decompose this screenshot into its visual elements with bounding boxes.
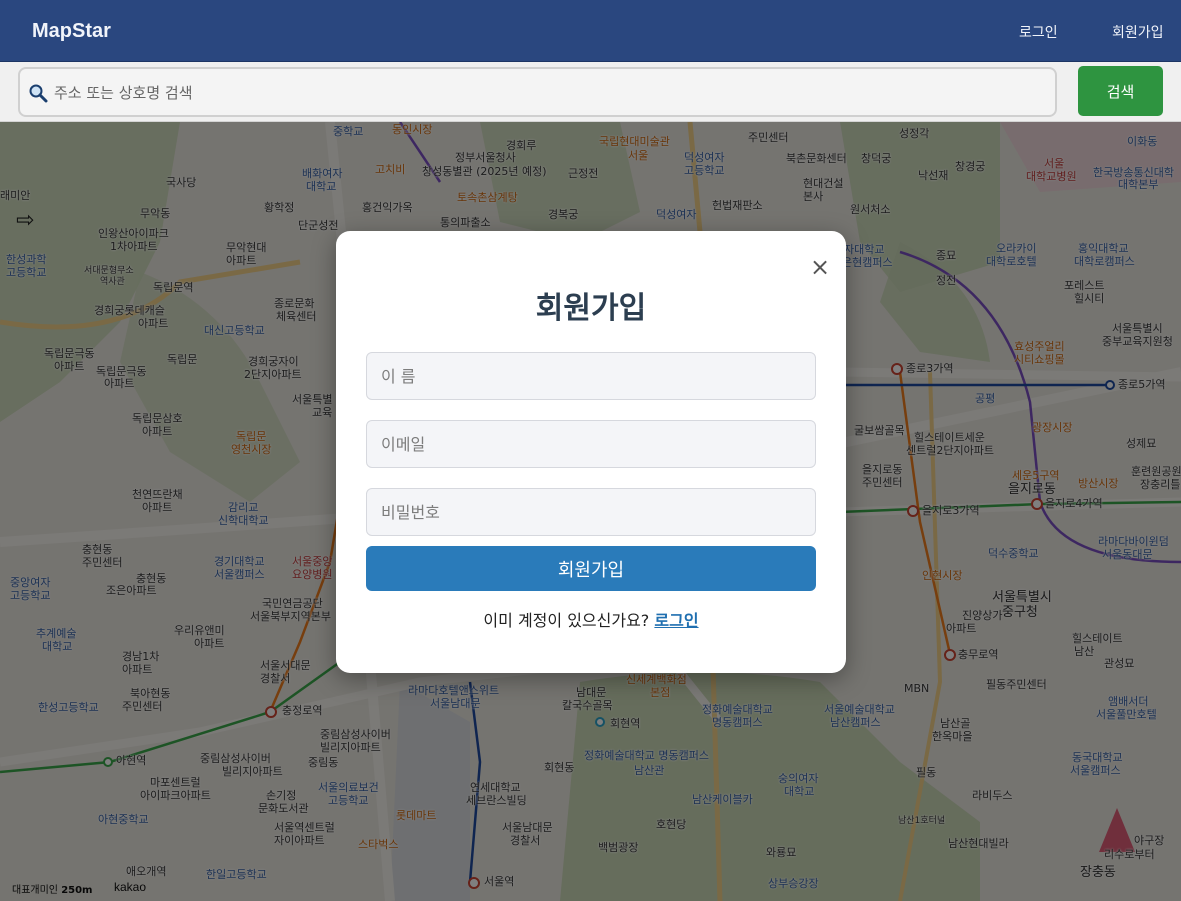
login-link[interactable]: 로그인 <box>1019 22 1058 42</box>
modal-title: 회원가입 <box>535 291 647 326</box>
search-icon <box>29 84 48 103</box>
search-button[interactable]: 검색 <box>1078 66 1163 116</box>
signup-link[interactable]: 회원가입 <box>1112 22 1164 42</box>
login-link-modal[interactable]: 로그인 <box>654 611 698 630</box>
search-box[interactable] <box>18 67 1057 117</box>
signup-submit-button[interactable]: 회원가입 <box>366 546 816 591</box>
signup-modal: × 회원가입 회원가입 이미 계정이 있으신가요? 로그인 <box>336 231 846 673</box>
login-prompt-text: 이미 계정이 있으신가요? <box>483 611 650 630</box>
name-field[interactable] <box>366 352 816 400</box>
app-header: MapStar 로그인 회원가입 <box>0 0 1181 62</box>
password-field[interactable] <box>366 488 816 536</box>
login-prompt: 이미 계정이 있으신가요? 로그인 <box>336 607 846 631</box>
search-bar: 검색 <box>0 62 1181 122</box>
close-icon[interactable]: × <box>810 255 830 279</box>
search-input[interactable] <box>52 77 1046 109</box>
email-field[interactable] <box>366 420 816 468</box>
brand-logo[interactable]: MapStar <box>32 20 111 43</box>
